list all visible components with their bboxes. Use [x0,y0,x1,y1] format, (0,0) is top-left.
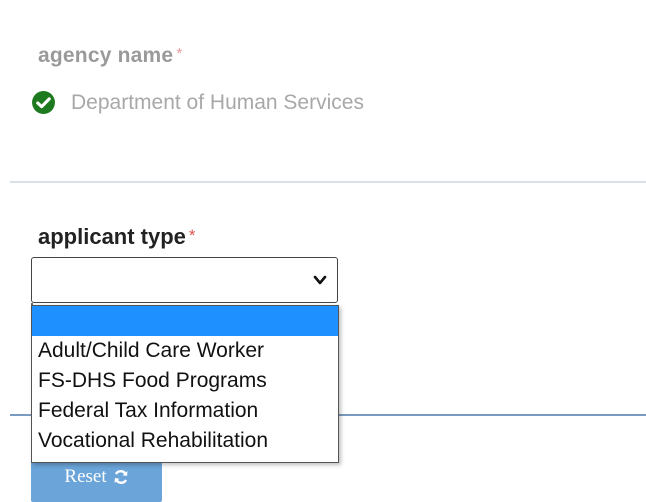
section-divider [10,181,646,183]
agency-name-label-text: agency name [38,44,174,67]
applicant-type-select[interactable] [31,257,338,303]
required-asterisk: * [188,226,196,245]
option-adult-child-care-worker[interactable]: Adult/Child Care Worker [32,336,338,366]
applicant-type-label: applicant type * [38,224,196,250]
required-asterisk: * [176,46,183,63]
reset-button[interactable]: Reset [31,462,162,502]
refresh-icon [114,470,128,484]
option-federal-tax-information[interactable]: Federal Tax Information [32,396,338,426]
agency-name-label: agency name * [38,44,183,68]
option-fs-dhs-food-programs[interactable]: FS-DHS Food Programs [32,366,338,396]
check-circle-icon [32,91,55,114]
reset-button-label: Reset [64,466,107,487]
agency-name-value: Department of Human Services [31,90,364,115]
option-vocational-rehabilitation[interactable]: Vocational Rehabilitation [32,426,338,456]
chevron-down-icon[interactable] [313,271,327,289]
applicant-type-label-text: applicant type [38,224,186,249]
agency-name-text: Department of Human Services [71,90,364,114]
option-blank[interactable] [32,306,338,336]
applicant-type-options-list: Adult/Child Care Worker FS-DHS Food Prog… [31,305,339,463]
